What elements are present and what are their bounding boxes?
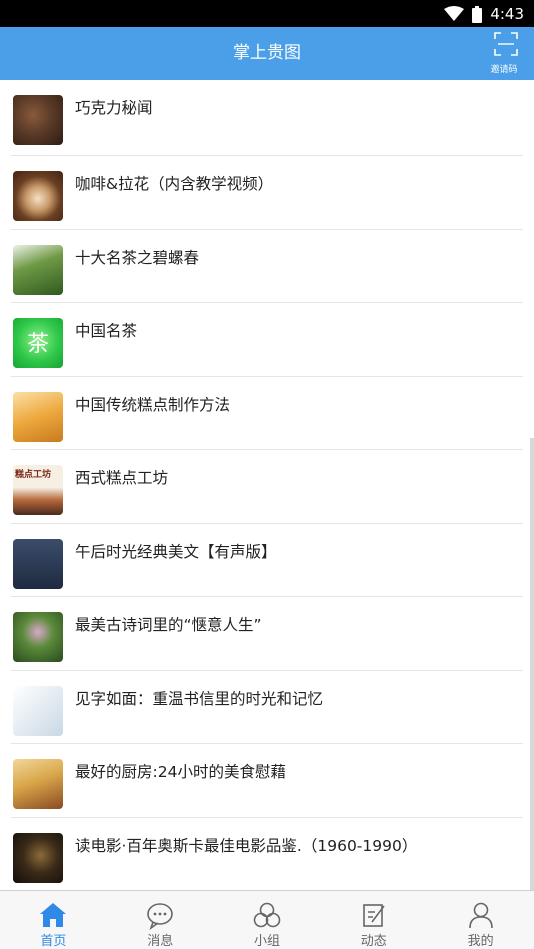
message-icon: [145, 900, 175, 931]
list-item-title: 午后时光经典美文【有声版】: [75, 542, 277, 561]
list-item-title: 西式糕点工坊: [75, 469, 169, 487]
tab-message[interactable]: 消息: [107, 891, 214, 949]
thumbnail-text: 茶: [26, 332, 49, 357]
list-item-title: 最好的厨房:24小时的美食慰藉: [75, 763, 286, 781]
book-cover-thumbnail: [13, 244, 63, 295]
tab-group[interactable]: 小组: [214, 891, 321, 949]
book-cover-thumbnail: [13, 171, 63, 221]
scan-button[interactable]: 邀请码: [490, 32, 522, 76]
tab-feed[interactable]: 动态: [320, 891, 427, 949]
list-item-title: 最美古诗词里的“惬意人生”: [75, 616, 262, 634]
wifi-icon: [444, 6, 465, 21]
list-item-title: 见字如面：重温书信里的时光和记忆: [75, 689, 324, 708]
book-cover-thumbnail: [13, 612, 63, 662]
book-cover-thumbnail: [13, 832, 63, 883]
list-item-title: 读电影·百年奥斯卡最佳电影品鉴.（1960-1990）: [75, 836, 418, 855]
list-item[interactable]: 巧克力秘闻: [11, 80, 523, 156]
book-cover-thumbnail: [13, 538, 63, 589]
tab-label: 首页: [40, 934, 67, 949]
list-item-title: 咖啡&拉花（内含教学视频）: [75, 175, 274, 193]
tab-home[interactable]: 首页: [0, 891, 107, 949]
scan-label: 邀请码: [490, 65, 518, 75]
scan-icon: [494, 32, 518, 56]
book-cover-thumbnail: 茶: [13, 318, 63, 368]
list-item[interactable]: 茶 中国名茶: [11, 303, 523, 377]
list-item[interactable]: 见字如面：重温书信里的时光和记忆: [11, 671, 523, 744]
list-item[interactable]: 中国传统糕点制作方法: [11, 377, 523, 450]
list-item[interactable]: 咖啡&拉花（内含教学视频）: [11, 156, 523, 230]
battery-icon: [472, 5, 483, 23]
list-item-title: 中国传统糕点制作方法: [75, 395, 231, 414]
thumbnail-text: 糕点工坊: [15, 470, 52, 480]
list-item[interactable]: 最美古诗词里的“惬意人生”: [11, 597, 523, 671]
feed-icon: [359, 900, 389, 930]
status-time: 4:43: [490, 5, 524, 23]
book-cover-thumbnail: 糕点工坊: [13, 465, 63, 515]
group-icon: [252, 900, 282, 930]
book-cover-thumbnail: [13, 685, 63, 736]
tab-label: 我的: [467, 934, 494, 949]
page-title: 掌上贵图: [233, 43, 301, 63]
list-item[interactable]: 十大名茶之碧螺春: [11, 230, 523, 303]
tab-label: 消息: [147, 934, 174, 949]
app-header: 掌上贵图 邀请码: [0, 27, 534, 80]
list-item-title: 巧克力秘闻: [75, 99, 153, 117]
tab-label: 小组: [253, 934, 280, 949]
list-item-title: 中国名茶: [75, 322, 138, 340]
list-item[interactable]: 午后时光经典美文【有声版】: [11, 524, 523, 597]
list-item[interactable]: 读电影·百年奥斯卡最佳电影品鉴.（1960-1990）: [11, 818, 523, 891]
list-item[interactable]: 最好的厨房:24小时的美食慰藉: [11, 744, 523, 818]
home-icon: [38, 900, 68, 930]
tab-profile[interactable]: 我的: [427, 891, 534, 949]
status-bar: 4:43: [0, 0, 534, 27]
profile-icon: [466, 900, 496, 930]
book-cover-thumbnail: [13, 391, 63, 442]
list-item-title: 十大名茶之碧螺春: [75, 248, 200, 267]
tab-label: 动态: [360, 934, 387, 949]
book-cover-thumbnail: [13, 95, 63, 145]
bottom-tab-bar: 首页 消息 小组 动态 我的: [0, 890, 534, 949]
book-cover-thumbnail: [13, 759, 63, 809]
book-list[interactable]: 巧克力秘闻咖啡&拉花（内含教学视频） 十大名茶之碧螺春茶 中国名茶中国传统糕点制作方…: [0, 80, 534, 890]
scrollbar[interactable]: [530, 438, 534, 890]
list-item[interactable]: 糕点工坊 西式糕点工坊: [11, 450, 523, 524]
